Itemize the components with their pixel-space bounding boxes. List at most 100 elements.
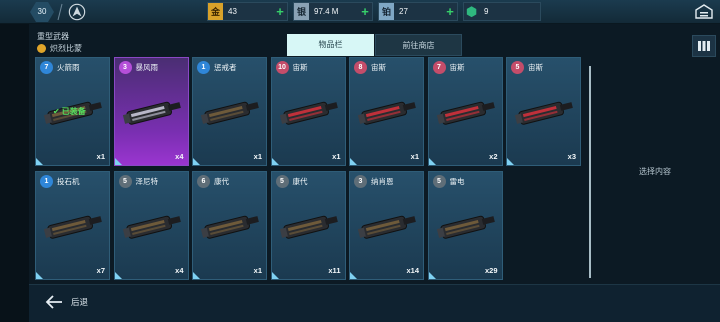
card-corner-marker [271, 272, 279, 279]
hangar-icon [695, 4, 713, 19]
card-corner-marker [428, 158, 436, 165]
item-card[interactable]: 6 康代 x1 [192, 171, 267, 280]
back-label: 后退 [71, 297, 89, 307]
item-quantity: x1 [253, 152, 262, 161]
item-level-badge: 5 [275, 175, 289, 188]
weapon-image [435, 88, 498, 136]
weapon-image [199, 202, 262, 250]
weapon-image [435, 202, 498, 250]
silver-icon: 银 [294, 3, 309, 20]
item-name: 暴风雨 [135, 63, 159, 72]
weapon-image [121, 202, 184, 250]
item-card[interactable]: 5 泽尼特 x4 [113, 171, 189, 280]
item-quantity: x1 [410, 152, 419, 161]
resource-gold: 金 43 + [207, 2, 288, 21]
weapon-image [121, 88, 184, 136]
bottom-bar [29, 284, 720, 322]
item-quantity: x29 [484, 266, 498, 275]
category-title: 重型武器 [37, 32, 69, 41]
item-card[interactable]: 5 雷电 x29 [427, 171, 503, 280]
item-level-badge: 3 [118, 61, 132, 74]
item-quantity: x7 [96, 266, 105, 275]
back-arrow-icon [45, 295, 62, 309]
item-card[interactable]: 8 宙斯 x1 [349, 57, 424, 166]
item-card[interactable]: 5 康代 x11 [270, 171, 346, 280]
rank-emblem[interactable] [66, 2, 88, 22]
gem-amount: 9 [484, 7, 489, 16]
item-level-badge: 3 [354, 175, 367, 188]
item-name: 康代 [292, 177, 308, 186]
card-corner-marker [350, 158, 357, 165]
item-name: 火箭雨 [57, 63, 80, 72]
item-card[interactable]: 7 宙斯 x2 [427, 57, 503, 166]
item-name: 宙斯 [449, 63, 465, 72]
item-level-badge: 5 [118, 175, 132, 188]
check-icon: ✔ [53, 107, 60, 116]
card-corner-marker [507, 158, 514, 165]
gold-icon: 金 [208, 3, 223, 20]
item-card[interactable]: 10 宙斯 x1 [270, 57, 346, 166]
card-corner-marker [350, 272, 357, 279]
item-quantity: x1 [332, 152, 341, 161]
gem-icon: ⬢ [465, 3, 478, 19]
detail-placeholder: 选择内容 [639, 167, 671, 176]
category-subtitle: 炽烈比蒙 [37, 43, 82, 54]
rank-icon [68, 3, 86, 21]
tab-shop[interactable]: 前往商店 [375, 34, 462, 56]
faction-icon [37, 44, 46, 53]
item-level-badge: 8 [354, 61, 367, 74]
side-panel-button[interactable] [692, 35, 716, 57]
back-button[interactable]: 后退 [45, 294, 88, 310]
item-quantity: x2 [489, 152, 498, 161]
weapon-image [42, 202, 105, 250]
item-name: 纳肖恩 [371, 177, 394, 186]
add-silver-button[interactable]: + [358, 3, 372, 20]
item-quantity: x11 [328, 266, 341, 275]
category-subtitle-text: 炽烈比蒙 [50, 44, 82, 53]
hangar-button[interactable] [694, 3, 714, 20]
item-card[interactable]: 1 投石机 x7 [35, 171, 110, 280]
item-name: 康代 [214, 177, 229, 186]
equipped-badge: ✔ 已装备 [53, 106, 86, 117]
platinum-amount: 27 [399, 7, 408, 16]
item-name: 雷电 [449, 177, 465, 186]
item-name: 惩戒者 [214, 63, 237, 72]
weapon-image [356, 202, 419, 250]
resource-gems: ⬢ 9 [463, 2, 541, 21]
silver-amount: 97.4 M [314, 7, 339, 16]
resource-platinum: 铂 27 + [378, 2, 458, 21]
item-level-badge: 7 [432, 61, 446, 74]
item-level-badge: 10 [275, 61, 289, 74]
card-corner-marker [36, 158, 43, 165]
card-corner-marker [428, 272, 436, 279]
item-quantity: x1 [96, 152, 105, 161]
weapon-image [513, 88, 576, 136]
item-card[interactable]: 7 火箭雨 ✔ 已装备 x1 [35, 57, 110, 166]
card-corner-marker [114, 272, 122, 279]
item-level-badge: 1 [40, 175, 53, 188]
weapon-image [356, 88, 419, 136]
equipped-label: 已装备 [61, 107, 86, 116]
add-gold-button[interactable]: + [273, 3, 287, 20]
add-platinum-button[interactable]: + [443, 3, 457, 20]
item-card[interactable]: 5 宙斯 x3 [506, 57, 581, 166]
item-card[interactable]: 1 惩戒者 x1 [192, 57, 267, 166]
divider-slash [57, 3, 63, 21]
weapon-image [278, 88, 341, 136]
item-card[interactable]: 3 纳肖恩 x14 [349, 171, 424, 280]
card-corner-marker [271, 158, 279, 165]
item-card[interactable]: 3 暴风雨 x4 [113, 57, 189, 166]
item-level-badge: 7 [40, 61, 53, 74]
tab-inventory[interactable]: 物品栏 [287, 34, 374, 56]
item-level-badge: 5 [511, 61, 524, 74]
item-name: 泽尼特 [135, 177, 159, 186]
item-name: 投石机 [57, 177, 80, 186]
card-corner-marker [36, 272, 43, 279]
item-name: 宙斯 [292, 63, 308, 72]
weapon-image [278, 202, 341, 250]
item-name: 宙斯 [371, 63, 386, 72]
item-grid: 7 火箭雨 ✔ 已装备 x1 3 暴风雨 x4 1 惩戒者 x1 10 宙斯 x1 8 宙斯 x1 7 宙斯 x2 5 宙… [35, 57, 583, 280]
card-corner-marker [114, 158, 122, 165]
panel-icon [698, 41, 710, 51]
weapon-image [199, 88, 262, 136]
